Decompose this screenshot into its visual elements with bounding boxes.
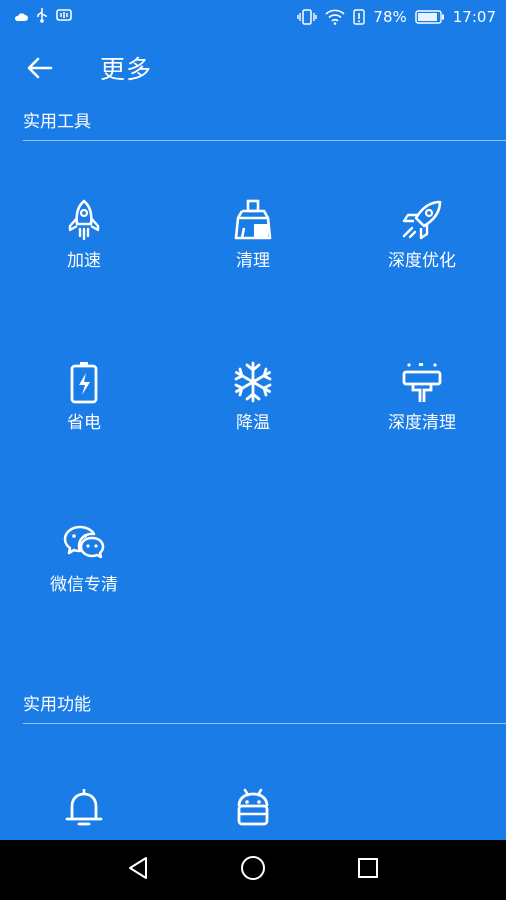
status-right: 78% 17:07 [297,8,496,26]
broom-icon [231,198,275,242]
system-nav-bar [0,840,506,900]
nav-back-button[interactable] [118,850,158,890]
nav-recents-button[interactable] [348,850,388,890]
section-header-functions: 实用功能 [23,694,506,724]
tool-cool-down[interactable]: 降温 [169,360,337,434]
wechat-icon [62,522,106,566]
home-circle-icon [240,855,266,885]
usb-icon [36,7,48,27]
arrow-left-icon [27,57,53,83]
bell-icon [62,786,106,830]
back-triangle-icon [127,856,149,884]
tool-label: 清理 [236,251,270,271]
tool-wechat-clean[interactable]: 微信专清 [0,522,168,596]
rocket-icon [62,198,106,242]
wifi-icon [325,9,345,25]
tool-label: 深度优化 [388,251,456,271]
tool-label: 加速 [67,251,101,271]
tool-notification[interactable] [0,786,168,830]
app-bar: 更多 [0,44,506,96]
tool-label: 深度清理 [388,413,456,433]
tool-label: 降温 [236,413,270,433]
deep-clean-icon [400,360,444,404]
snowflake-icon [231,360,275,404]
battery-percent: 78% [373,8,407,26]
recents-square-icon [357,857,379,883]
tool-power-save[interactable]: 省电 [0,360,168,434]
tool-speed-up[interactable]: 加速 [0,198,168,272]
battery-charge-icon [62,360,106,404]
nav-home-button[interactable] [233,850,273,890]
notification-app-icon [56,8,72,26]
android-icon [231,786,275,830]
tool-label: 微信专清 [50,575,118,595]
tool-label: 省电 [67,413,101,433]
section-header-tools: 实用工具 [23,111,506,141]
battery-icon [415,10,445,24]
tool-app-manager[interactable] [169,786,337,830]
status-bar: 78% 17:07 [0,0,506,34]
status-left [14,7,72,27]
tool-deep-clean[interactable]: 深度清理 [338,360,506,434]
tool-deep-optimize[interactable]: 深度优化 [338,198,506,272]
rocket-launch-icon [400,198,444,242]
clock: 17:07 [452,8,496,26]
vibrate-icon [297,9,318,25]
tool-clean[interactable]: 清理 [169,198,337,272]
back-button[interactable] [22,52,58,88]
cloud-icon [14,8,28,26]
page-title: 更多 [100,55,153,84]
sim-alert-icon [353,9,366,25]
